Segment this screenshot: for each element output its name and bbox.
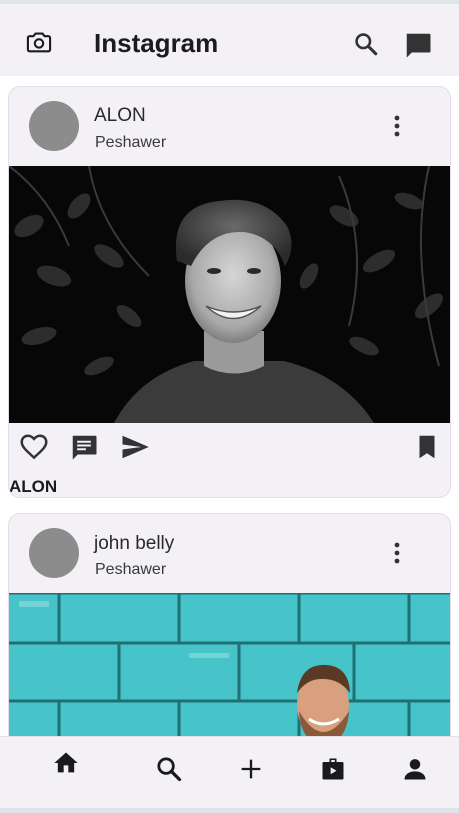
post-image[interactable] (9, 593, 450, 736)
screen-edge (0, 808, 459, 813)
reels-icon[interactable] (319, 755, 347, 783)
avatar[interactable] (29, 528, 79, 578)
caption-username[interactable]: ALON (9, 477, 57, 497)
camera-icon[interactable] (25, 28, 53, 56)
brick-wall-photo (9, 593, 450, 736)
top-app-bar: Instagram (0, 0, 459, 76)
post-username[interactable]: john belly (94, 533, 174, 555)
send-icon[interactable] (120, 432, 150, 462)
search-icon[interactable] (155, 755, 183, 783)
bookmark-icon[interactable] (412, 432, 442, 462)
chat-icon[interactable] (403, 30, 433, 60)
post-location: Peshawer (95, 561, 167, 578)
comment-icon[interactable] (69, 432, 99, 462)
avatar[interactable] (29, 101, 79, 151)
more-vert-icon[interactable] (392, 541, 402, 565)
post-card: john belly Peshawer (8, 513, 451, 736)
bottom-nav (0, 736, 459, 809)
portrait-photo (9, 166, 450, 423)
post-username[interactable]: ALON (94, 105, 146, 127)
profile-icon[interactable] (401, 755, 429, 783)
feed[interactable]: ALON Peshawer ALON john belly Peshawer (0, 76, 459, 736)
more-vert-icon[interactable] (392, 114, 402, 138)
post-card: ALON Peshawer ALON (8, 86, 451, 498)
add-icon[interactable] (237, 755, 265, 783)
post-image[interactable] (9, 166, 450, 423)
post-actions (9, 432, 450, 468)
search-icon[interactable] (353, 31, 379, 57)
post-location: Peshawer (95, 134, 167, 151)
home-icon[interactable] (52, 749, 80, 777)
heart-icon[interactable] (19, 432, 49, 462)
app-title: Instagram (94, 28, 219, 58)
